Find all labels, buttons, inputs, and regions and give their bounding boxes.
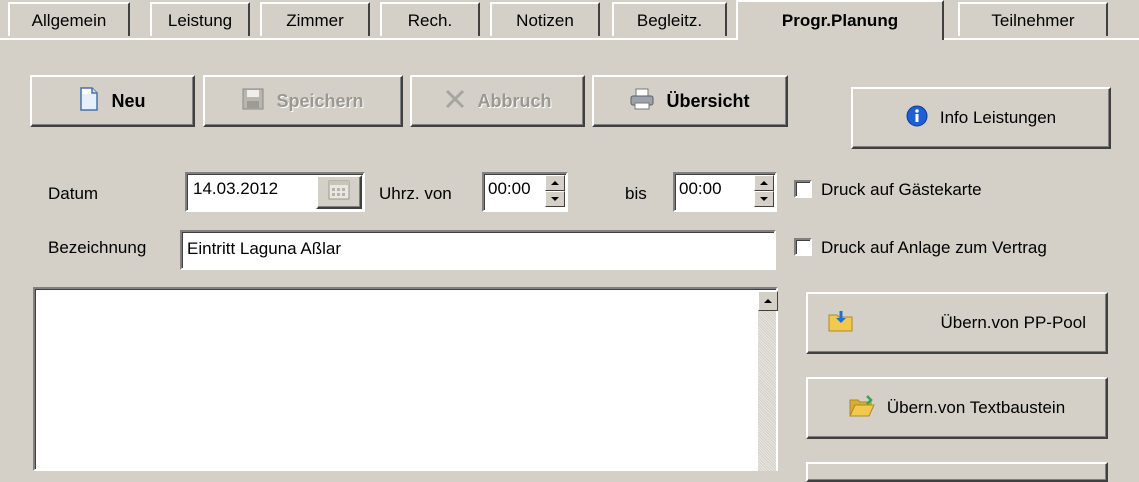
- time-to-spinner[interactable]: [754, 175, 774, 207]
- print-contract-checkbox[interactable]: [794, 238, 812, 256]
- calendar-button[interactable]: [316, 175, 362, 209]
- tab-strip: Allgemein Leistung Zimmer Rech. Notizen …: [0, 0, 1139, 40]
- tab-allgemein[interactable]: Allgemein: [8, 2, 130, 36]
- info-icon: [906, 105, 928, 132]
- tab-rech[interactable]: Rech.: [380, 2, 480, 36]
- time-to-up-button[interactable]: [754, 175, 774, 191]
- tab-leistung[interactable]: Leistung: [150, 2, 250, 36]
- import-pp-pool-button[interactable]: Übern.von PP-Pool: [806, 292, 1108, 354]
- save-button[interactable]: Speichern: [203, 75, 403, 127]
- overview-button[interactable]: Übersicht: [592, 75, 788, 127]
- designation-field[interactable]: Eintritt Laguna Aßlar: [180, 230, 776, 270]
- time-from-down-button[interactable]: [545, 191, 565, 207]
- tab-notizen[interactable]: Notizen: [490, 2, 600, 36]
- calendar-icon: [328, 180, 350, 205]
- time-from-up-button[interactable]: [545, 175, 565, 191]
- print-contract-label: Druck auf Anlage zum Vertrag: [821, 238, 1047, 257]
- print-guest-card-label: Druck auf Gästekarte: [821, 180, 982, 199]
- time-from-spinner[interactable]: [545, 175, 565, 207]
- time-to-label: bis: [625, 184, 647, 203]
- cross-icon: [444, 88, 466, 115]
- import-text-block-button[interactable]: Übern.von Textbaustein: [806, 377, 1108, 439]
- new-button[interactable]: Neu: [30, 75, 195, 127]
- tab-divider: [0, 38, 1139, 40]
- time-from-label: Uhrz. von: [379, 184, 452, 203]
- folder-open-icon: [849, 394, 875, 422]
- notes-textarea[interactable]: [33, 287, 778, 471]
- notes-scrollbar[interactable]: [758, 291, 778, 471]
- designation-label: Bezeichnung: [48, 238, 147, 257]
- tab-zimmer[interactable]: Zimmer: [260, 2, 370, 36]
- time-to-down-button[interactable]: [754, 191, 774, 207]
- cancel-button[interactable]: Abbruch: [410, 75, 585, 127]
- tab-teilnehmer[interactable]: Teilnehmer: [958, 2, 1108, 36]
- tab-begleitz[interactable]: Begleitz.: [612, 2, 727, 36]
- printer-icon: [630, 88, 654, 115]
- print-guest-card-checkbox[interactable]: [794, 180, 812, 198]
- floppy-disk-icon: [242, 88, 264, 115]
- scroll-up-button[interactable]: [758, 291, 778, 311]
- document-icon: [79, 86, 99, 116]
- side-button-partial[interactable]: [806, 462, 1108, 482]
- tab-progr-planung[interactable]: Progr.Planung: [736, 0, 944, 40]
- folder-download-icon: [828, 310, 854, 337]
- info-leistungen-button[interactable]: Info Leistungen: [851, 87, 1111, 149]
- date-label: Datum: [48, 184, 99, 203]
